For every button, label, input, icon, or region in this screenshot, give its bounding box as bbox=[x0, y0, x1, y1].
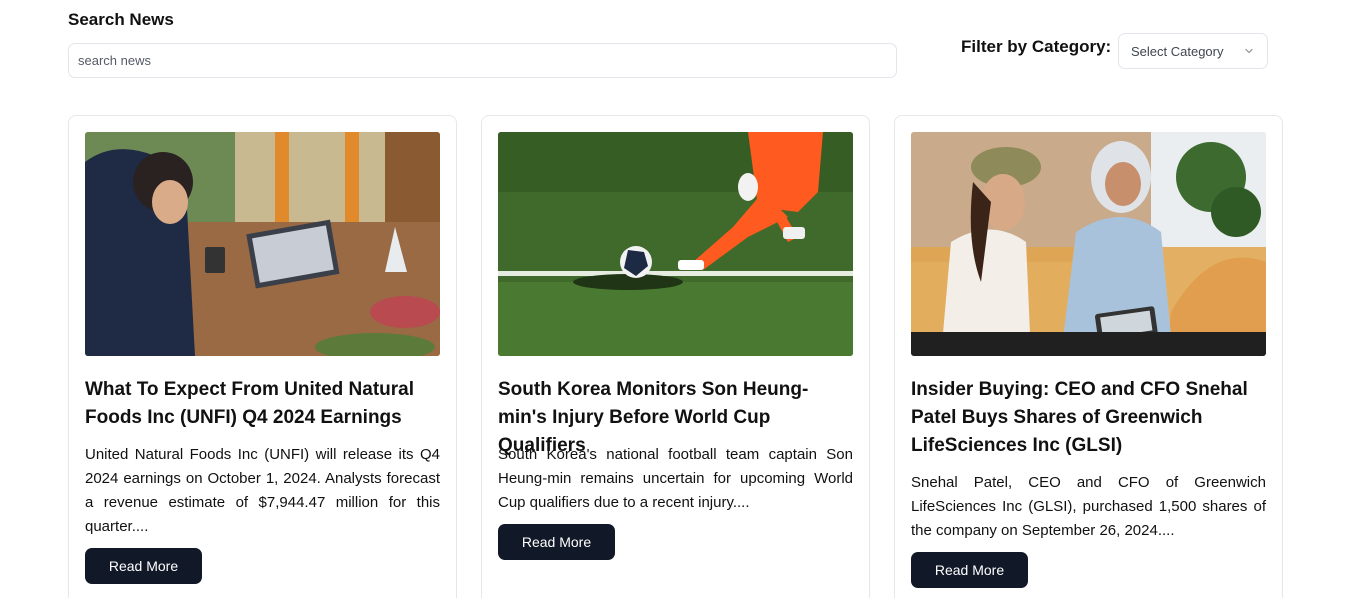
news-summary: Snehal Patel, CEO and CFO of Greenwich L… bbox=[911, 474, 1266, 539]
category-select-value: Select Category bbox=[1131, 43, 1224, 59]
news-summary: United Natural Foods Inc (UNFI) will rel… bbox=[85, 446, 440, 535]
news-title[interactable]: Insider Buying: CEO and CFO Snehal Patel… bbox=[911, 376, 1266, 460]
news-title[interactable]: What To Expect From United Natural Foods… bbox=[85, 376, 440, 432]
read-more-button[interactable]: Read More bbox=[498, 524, 615, 560]
news-page: Search News Filter by Category: Select C… bbox=[0, 0, 1350, 598]
read-more-button[interactable]: Read More bbox=[911, 552, 1028, 588]
news-card: What To Expect From United Natural Foods… bbox=[68, 115, 457, 598]
news-card: Insider Buying: CEO and CFO Snehal Patel… bbox=[894, 115, 1283, 598]
news-image[interactable] bbox=[911, 132, 1266, 356]
search-input[interactable] bbox=[68, 43, 897, 78]
read-more-button[interactable]: Read More bbox=[85, 548, 202, 584]
news-summary: South Korea's national football team cap… bbox=[498, 446, 853, 511]
news-image[interactable] bbox=[85, 132, 440, 356]
news-image[interactable] bbox=[498, 132, 853, 356]
search-label: Search News bbox=[68, 10, 174, 29]
news-card: South Korea Monitors Son Heung-min's Inj… bbox=[481, 115, 870, 598]
chevron-down-icon bbox=[1245, 48, 1253, 54]
category-select[interactable]: Select Category bbox=[1118, 33, 1268, 69]
filter-label: Filter by Category: bbox=[961, 37, 1112, 56]
